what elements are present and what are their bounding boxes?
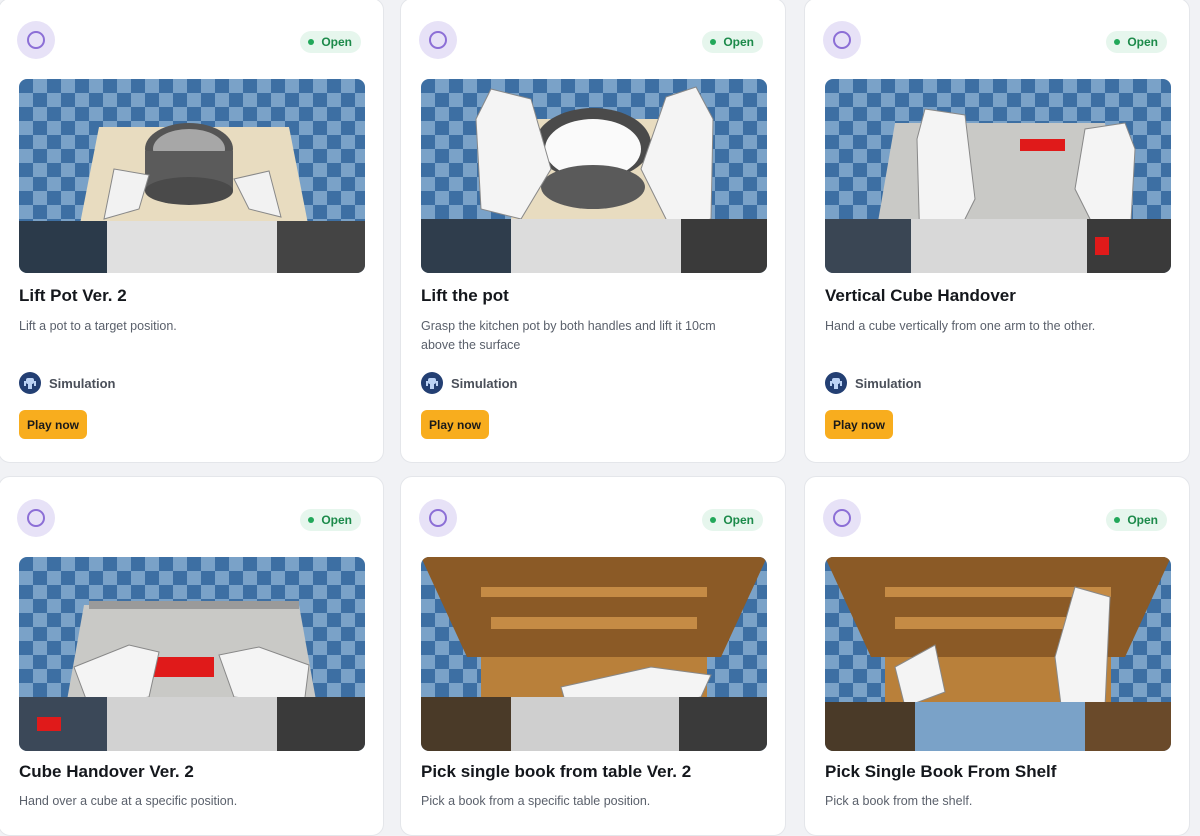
circle-outline-icon bbox=[833, 31, 851, 49]
status-badge: Open bbox=[702, 31, 763, 53]
status-dot-icon bbox=[308, 517, 315, 523]
robot-icon bbox=[421, 372, 443, 394]
task-title[interactable]: Pick single book from table Ver. 2 bbox=[421, 762, 771, 782]
circle-outline-icon bbox=[429, 31, 447, 49]
status-label: Open bbox=[723, 35, 754, 49]
task-thumbnail[interactable] bbox=[825, 557, 1171, 751]
play-now-button[interactable]: Play now bbox=[421, 410, 490, 439]
avatar bbox=[823, 21, 861, 59]
status-badge: Open bbox=[1106, 31, 1167, 53]
status-label: Open bbox=[1127, 513, 1158, 527]
robot-icon bbox=[19, 372, 41, 394]
status-dot-icon bbox=[1114, 517, 1121, 523]
platform-tag: Simulation bbox=[421, 372, 517, 394]
play-now-button[interactable]: Play now bbox=[825, 410, 894, 439]
circle-outline-icon bbox=[429, 509, 447, 527]
status-label: Open bbox=[1127, 35, 1158, 49]
play-now-button[interactable]: Play now bbox=[19, 410, 88, 439]
status-label: Open bbox=[321, 513, 352, 527]
platform-label: Simulation bbox=[49, 375, 116, 391]
circle-outline-icon bbox=[833, 509, 851, 527]
task-card[interactable]: Open Cube Handover Ver. 2 Hand over a cu… bbox=[0, 476, 384, 836]
platform-tag: Simulation bbox=[825, 372, 921, 394]
task-thumbnail[interactable] bbox=[825, 79, 1171, 273]
status-badge: Open bbox=[1106, 509, 1167, 531]
task-card[interactable]: Open Pick Single Book From Shelf Pick a … bbox=[804, 476, 1190, 836]
task-title[interactable]: Cube Handover Ver. 2 bbox=[19, 762, 369, 782]
avatar bbox=[17, 21, 55, 59]
task-title[interactable]: Pick Single Book From Shelf bbox=[825, 762, 1175, 782]
platform-label: Simulation bbox=[451, 375, 518, 391]
task-description: Lift a pot to a target position. bbox=[19, 319, 177, 333]
task-title[interactable]: Lift the pot bbox=[421, 286, 771, 306]
status-dot-icon bbox=[710, 517, 717, 523]
status-badge: Open bbox=[300, 509, 361, 531]
task-description: Pick a book from a specific table positi… bbox=[421, 794, 651, 808]
circle-outline-icon bbox=[27, 509, 45, 527]
task-title[interactable]: Lift Pot Ver. 2 bbox=[19, 286, 369, 306]
status-dot-icon bbox=[710, 39, 717, 45]
platform-tag: Simulation bbox=[19, 372, 115, 394]
avatar bbox=[823, 499, 861, 537]
task-thumbnail[interactable] bbox=[19, 79, 365, 273]
task-description: Hand a cube vertically from one arm to t… bbox=[825, 319, 1096, 333]
task-card[interactable]: Open Pick single book from table Ver. 2 … bbox=[400, 476, 786, 836]
status-dot-icon bbox=[308, 39, 315, 45]
status-dot-icon bbox=[1114, 39, 1121, 45]
circle-outline-icon bbox=[27, 31, 45, 49]
task-card[interactable]: Open Vertical Cube Handover Hand a cube … bbox=[804, 0, 1190, 463]
robot-icon bbox=[825, 372, 847, 394]
task-description: Grasp the kitchen pot by both handles an… bbox=[421, 319, 716, 352]
avatar bbox=[419, 499, 457, 537]
task-thumbnail[interactable] bbox=[19, 557, 365, 751]
task-thumbnail[interactable] bbox=[421, 79, 767, 273]
status-label: Open bbox=[321, 35, 352, 49]
task-title[interactable]: Vertical Cube Handover bbox=[825, 286, 1175, 306]
avatar bbox=[419, 21, 457, 59]
platform-label: Simulation bbox=[855, 375, 922, 391]
task-description: Hand over a cube at a specific position. bbox=[19, 794, 238, 808]
avatar bbox=[17, 499, 55, 537]
status-badge: Open bbox=[300, 31, 361, 53]
task-card[interactable]: Open Lift the pot Grasp the kitchen pot … bbox=[400, 0, 786, 463]
status-badge: Open bbox=[702, 509, 763, 531]
status-label: Open bbox=[723, 513, 754, 527]
task-card[interactable]: Open Lift Pot Ver. 2 Lift a pot to a tar… bbox=[0, 0, 384, 463]
task-description: Pick a book from the shelf. bbox=[825, 794, 973, 808]
task-thumbnail[interactable] bbox=[421, 557, 767, 751]
